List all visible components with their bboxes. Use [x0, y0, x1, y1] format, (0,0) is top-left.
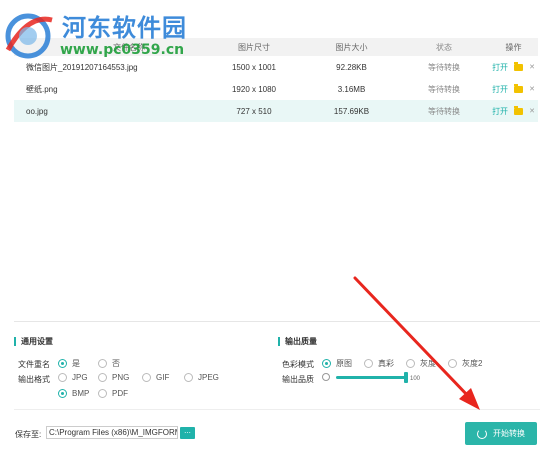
radio-icon[interactable] — [406, 359, 415, 368]
watermark-logo-icon — [5, 13, 53, 59]
folder-icon[interactable] — [514, 61, 524, 71]
quality-slider[interactable] — [336, 376, 406, 379]
rename-yes-label: 是 — [72, 359, 80, 368]
start-convert-button[interactable]: 开始转换 — [465, 422, 537, 445]
radio-icon[interactable] — [184, 373, 193, 382]
quality-info-icon — [322, 373, 330, 381]
file-size: 92.28KB — [336, 62, 367, 72]
color-mode-original-label: 原图 — [336, 359, 352, 368]
header-actions: 操作 — [505, 42, 522, 52]
format-option-pdf[interactable]: PDF — [98, 389, 128, 398]
row-actions: 打开 ✕ — [489, 83, 538, 95]
format-option-gif[interactable]: GIF — [142, 373, 169, 382]
file-size: 157.69KB — [333, 106, 370, 116]
row-actions: 打开 ✕ — [489, 105, 538, 117]
format-option-jpg[interactable]: JPG — [58, 373, 88, 382]
format-label-gif: GIF — [156, 373, 170, 382]
format-option-png[interactable]: PNG — [98, 373, 129, 382]
folder-icon[interactable] — [514, 105, 524, 115]
folder-icon[interactable] — [514, 83, 524, 93]
file-status: 等待转换 — [428, 84, 460, 94]
format-label-pdf: PDF — [112, 389, 128, 398]
open-link[interactable]: 打开 — [492, 84, 508, 95]
quality-value: 100 — [410, 376, 421, 382]
rename-label: 文件重名 — [18, 360, 50, 369]
rename-no-label: 否 — [112, 359, 120, 368]
color-mode-gray2-label: 灰度2 — [462, 359, 483, 368]
color-mode-label: 色彩模式 — [282, 360, 314, 369]
file-size: 3.16MB — [337, 84, 366, 94]
format-option-jpeg[interactable]: JPEG — [184, 373, 219, 382]
format-label-jpeg: JPEG — [198, 373, 219, 382]
radio-icon[interactable] — [58, 389, 67, 398]
radio-icon[interactable] — [98, 359, 107, 368]
file-status: 等待转换 — [428, 106, 460, 116]
rename-yes-option[interactable]: 是 — [58, 358, 80, 369]
footer-divider — [14, 409, 540, 410]
row-actions: 打开 ✕ — [489, 61, 538, 73]
color-mode-original[interactable]: 原图 — [322, 358, 352, 369]
quality-settings-title: 输出质量 — [278, 337, 317, 346]
start-convert-label: 开始转换 — [493, 429, 525, 438]
watermark-title: 河东软件园 — [62, 13, 187, 42]
color-mode-gray-label: 灰度 — [420, 359, 436, 368]
settings-divider — [14, 321, 540, 322]
file-name: 壁纸.png — [26, 84, 58, 94]
general-settings-title: 通用设置 — [14, 337, 53, 346]
radio-icon[interactable] — [322, 359, 331, 368]
header-status: 状态 — [436, 42, 452, 52]
radio-icon[interactable] — [98, 373, 107, 382]
radio-icon[interactable] — [98, 389, 107, 398]
file-dimensions: 1920 x 1080 — [231, 84, 277, 94]
header-dimensions: 图片尺寸 — [238, 42, 270, 52]
watermark: 河东软件园 www.pc0359.cn — [2, 6, 202, 64]
format-label-bmp: BMP — [72, 389, 90, 398]
radio-icon[interactable] — [58, 373, 67, 382]
file-status: 等待转换 — [428, 62, 460, 72]
refresh-icon — [477, 428, 487, 439]
radio-icon[interactable] — [142, 373, 151, 382]
format-label: 输出格式 — [18, 375, 50, 384]
browse-button[interactable]: ... — [180, 427, 195, 439]
table-row[interactable]: oo.jpg 727 x 510 157.69KB 等待转换 打开 ✕ — [14, 100, 538, 122]
header-filesize: 图片大小 — [335, 42, 368, 52]
color-mode-truecolor[interactable]: 真彩 — [364, 358, 394, 369]
file-name: oo.jpg — [26, 106, 48, 116]
radio-icon[interactable] — [448, 359, 457, 368]
quality-label: 输出品质 — [282, 375, 314, 384]
save-path-input[interactable]: C:\Program Files (x86)\M_IMGFORMAT — [46, 426, 178, 439]
open-link[interactable]: 打开 — [492, 106, 508, 117]
format-label-png: PNG — [112, 373, 130, 382]
color-mode-gray2[interactable]: 灰度2 — [448, 358, 482, 369]
close-icon[interactable]: ✕ — [529, 107, 535, 115]
close-icon[interactable]: ✕ — [529, 85, 535, 93]
file-dimensions: 1500 x 1001 — [231, 62, 277, 72]
color-mode-gray[interactable]: 灰度 — [406, 358, 436, 369]
color-mode-truecolor-label: 真彩 — [378, 359, 394, 368]
close-icon[interactable]: ✕ — [529, 63, 535, 71]
table-row[interactable]: 壁纸.png 1920 x 1080 3.16MB 等待转换 打开 ✕ — [14, 78, 538, 100]
watermark-url: www.pc0359.cn — [60, 42, 185, 58]
radio-icon[interactable] — [364, 359, 373, 368]
format-label-jpg: JPG — [72, 373, 88, 382]
open-link[interactable]: 打开 — [492, 62, 508, 73]
radio-icon[interactable] — [58, 359, 67, 368]
quality-slider-handle[interactable] — [404, 372, 408, 383]
app-window: 河东软件园 www.pc0359.cn 文件名称 图片尺寸 图片大小 状态 操作… — [0, 0, 554, 453]
rename-no-option[interactable]: 否 — [98, 358, 120, 369]
save-to-label: 保存至: — [15, 430, 42, 439]
format-option-bmp[interactable]: BMP — [58, 389, 89, 398]
file-dimensions: 727 x 510 — [236, 106, 272, 116]
